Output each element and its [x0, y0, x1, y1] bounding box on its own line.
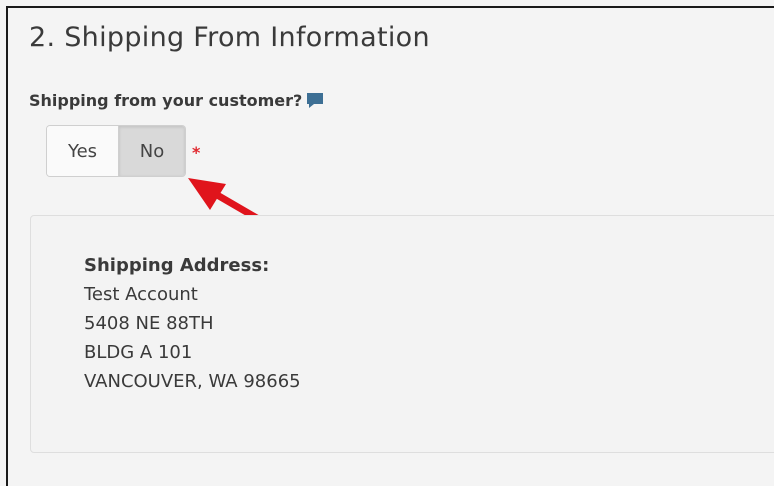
question-label: Shipping from your customer? — [29, 91, 303, 110]
address-heading: Shipping Address: — [84, 255, 270, 276]
section-title: 2. Shipping From Information — [29, 22, 430, 53]
address-line: Test Account — [84, 284, 198, 305]
shipping-address: Shipping Address: Test Account 5408 NE 8… — [84, 251, 301, 396]
required-marker: * — [192, 143, 201, 162]
address-line: VANCOUVER, WA 98665 — [84, 371, 301, 392]
address-line: 5408 NE 88TH — [84, 313, 214, 334]
yes-no-toggle: Yes No — [46, 125, 186, 177]
toggle-no-button[interactable]: No — [119, 126, 185, 176]
comment-icon[interactable] — [305, 92, 325, 110]
address-line: BLDG A 101 — [84, 342, 193, 363]
shipping-question: Shipping from your customer? — [29, 91, 325, 110]
toggle-yes-button[interactable]: Yes — [47, 126, 119, 176]
